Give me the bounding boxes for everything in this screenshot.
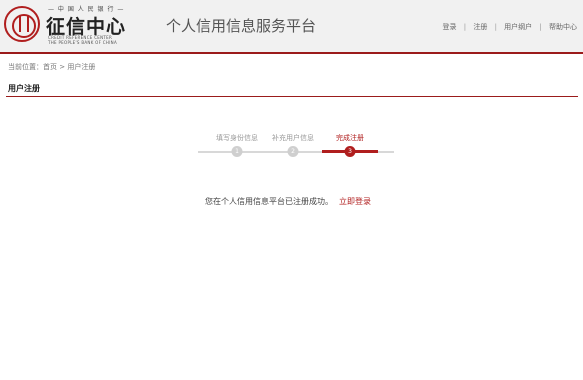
step-dot-2: 2 — [287, 146, 299, 157]
breadcrumb-home-link[interactable]: 首页 — [43, 63, 57, 71]
help-center-link[interactable]: 帮助中心 — [549, 23, 577, 31]
step-label-3: 完成注册 — [336, 134, 364, 142]
platform-title: 个人信用信息服务平台 — [166, 17, 317, 35]
step-dot-1: 1 — [231, 146, 243, 157]
step-label-2: 补充用户信息 — [272, 134, 314, 142]
logo[interactable]: — 中 国 人 民 银 行 — 征信中心 CREDIT REFERENCE CE… — [4, 4, 134, 48]
login-now-link[interactable]: 立即登录 — [339, 197, 371, 206]
success-message: 您在个人信用信息平台已注册成功。 立即登录 — [205, 196, 371, 207]
link-separator: | — [539, 23, 542, 31]
section-title: 用户注册 — [8, 84, 40, 93]
breadcrumb-current: 用户注册 — [67, 63, 96, 71]
header: — 中 国 人 民 银 行 — 征信中心 CREDIT REFERENCE CE… — [0, 0, 583, 54]
step-line-3 — [378, 151, 394, 153]
section-title-bar: 用户注册 — [6, 80, 578, 97]
seal-icon — [4, 6, 40, 42]
logo-sub-text-2: THE PEOPLE'S BANK OF CHINA — [48, 40, 118, 45]
register-link[interactable]: 注册 — [473, 23, 487, 31]
login-link[interactable]: 登录 — [443, 23, 457, 31]
breadcrumb: 当前位置：首页 > 用户注册 — [8, 62, 95, 72]
link-separator: | — [494, 23, 497, 31]
success-message-text: 您在个人信用信息平台已注册成功。 — [205, 197, 333, 206]
progress-steps: 填写身份信息 补充用户信息 完成注册 1 2 3 — [198, 133, 394, 163]
user-account-link[interactable]: 用户纲户 — [504, 23, 532, 31]
step-label-1: 填写身份信息 — [216, 134, 258, 142]
breadcrumb-prefix: 当前位置： — [8, 63, 43, 71]
top-links: 登录 | 注册 | 用户纲户 | 帮助中心 — [443, 22, 577, 32]
breadcrumb-arrow: > — [57, 63, 68, 71]
link-separator: | — [463, 23, 467, 31]
step-dot-3: 3 — [344, 146, 356, 157]
